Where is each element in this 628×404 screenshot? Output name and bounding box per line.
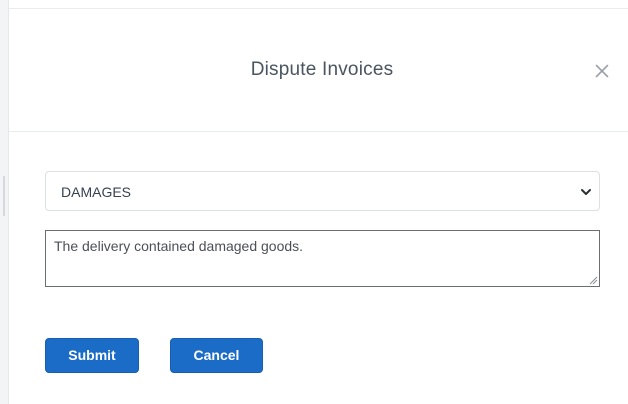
submit-button[interactable]: Submit <box>45 338 139 373</box>
resize-handle-icon[interactable] <box>588 275 598 285</box>
cancel-button[interactable]: Cancel <box>170 338 263 373</box>
backdrop-mark <box>3 176 5 216</box>
backdrop <box>0 0 9 404</box>
close-icon <box>595 64 609 78</box>
close-button[interactable] <box>592 61 612 81</box>
dispute-reason-value: DAMAGES <box>61 184 132 200</box>
chevron-down-icon <box>581 189 591 195</box>
modal-header: Dispute Invoices <box>9 9 628 132</box>
dispute-reason-select[interactable]: DAMAGES <box>45 171 600 211</box>
modal-title: Dispute Invoices <box>250 59 394 80</box>
dispute-invoices-modal: Dispute Invoices DAMAGES The delivery co… <box>9 8 628 404</box>
dispute-comment-textarea[interactable]: The delivery contained damaged goods. <box>45 230 600 287</box>
